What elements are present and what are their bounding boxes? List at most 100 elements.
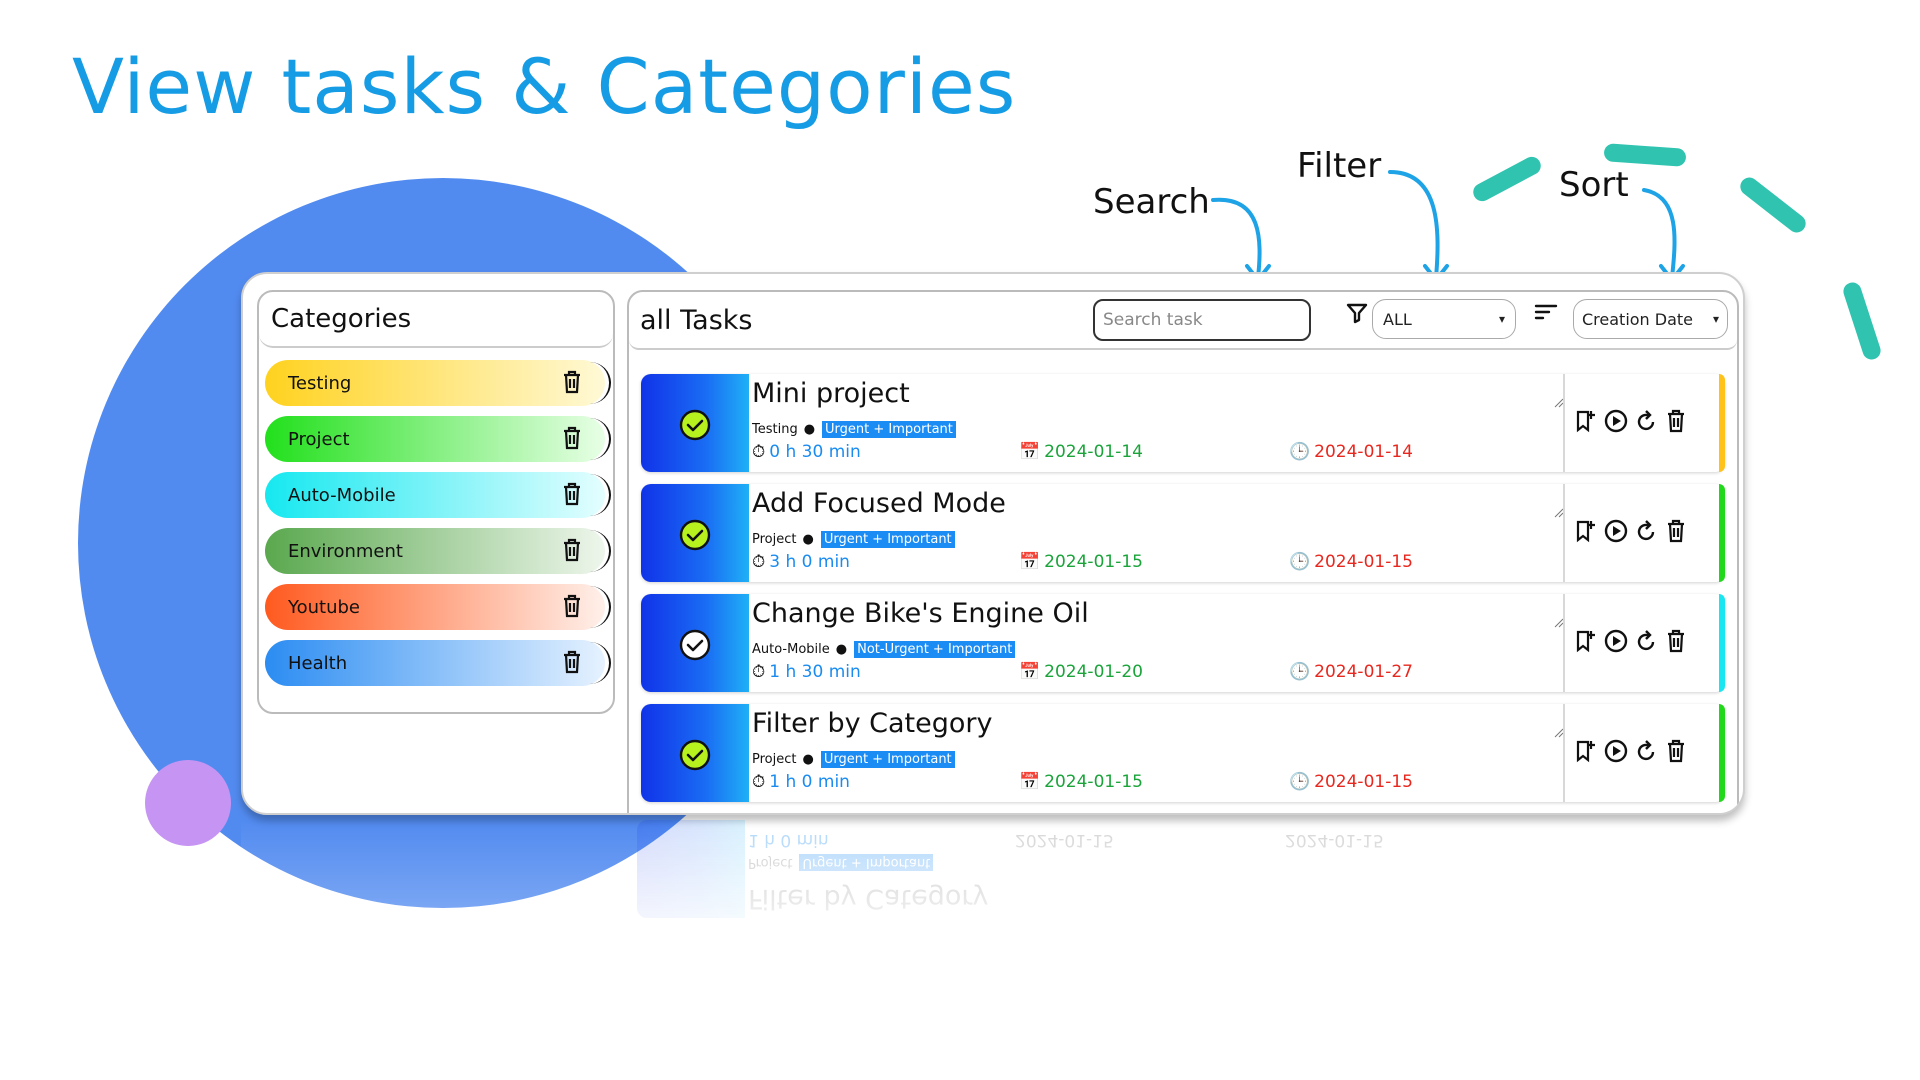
trash-icon[interactable]	[1663, 628, 1689, 654]
priority-badge: Not-Urgent + Important	[853, 640, 1017, 659]
trash-icon[interactable]	[1663, 518, 1689, 544]
trash-icon[interactable]	[561, 426, 583, 450]
task-duration: ⏱ 1 h 30 min	[752, 662, 861, 682]
task-category: Project	[752, 532, 797, 547]
category-label: Environment	[288, 540, 403, 562]
task-status-area[interactable]	[641, 374, 749, 472]
trash-icon[interactable]	[561, 370, 583, 394]
bookmark-add-icon[interactable]	[1573, 518, 1599, 544]
bookmark-add-icon[interactable]	[1573, 408, 1599, 434]
play-icon[interactable]	[1603, 518, 1629, 544]
category-item-environment[interactable]: Environment	[265, 528, 611, 574]
chevron-down-icon: ▾	[1498, 312, 1505, 326]
restart-icon[interactable]	[1633, 628, 1659, 654]
task-meta: Testing ● Urgent + Important	[752, 420, 957, 439]
check-circle-icon[interactable]	[679, 519, 711, 551]
category-item-health[interactable]: Health	[265, 640, 611, 686]
task-meta: Project ● Urgent + Important	[752, 750, 956, 769]
tasks-panel: all Tasks ALL ▾ Creation Date ▾ Mini p	[627, 290, 1739, 813]
task-card[interactable]: Add Focused Mode Project ● Urgent + Impor…	[641, 484, 1725, 582]
clock-icon: 🕒	[1289, 552, 1311, 572]
bookmark-add-icon[interactable]	[1573, 738, 1599, 764]
trash-icon[interactable]	[561, 650, 583, 674]
sort-select[interactable]: Creation Date ▾	[1573, 299, 1728, 339]
duration-value: 1 h 30 min	[769, 662, 861, 682]
task-card[interactable]: Mini project Testing ● Urgent + Important…	[641, 374, 1725, 472]
category-label: Testing	[288, 372, 352, 394]
sort-value: Creation Date	[1582, 309, 1694, 329]
task-title: Change Bike's Engine Oil	[752, 598, 1089, 629]
category-item-testing[interactable]: Testing	[265, 360, 611, 406]
reflected-task-card: Filter by Category Project Urgent + Impo…	[637, 820, 1721, 918]
category-item-youtube[interactable]: Youtube	[265, 584, 611, 630]
task-created-date: 📅 2024-01-20	[1019, 662, 1143, 682]
sort-icon[interactable]	[1534, 302, 1558, 322]
duration-value: 1 h 0 min	[748, 830, 829, 850]
trash-icon[interactable]	[561, 538, 583, 562]
category-label: Auto-Mobile	[288, 484, 396, 506]
tasks-toolbar: all Tasks ALL ▾ Creation Date ▾	[629, 292, 1737, 350]
task-title: Add Focused Mode	[752, 488, 1006, 519]
clock-icon: 🕒	[1289, 772, 1311, 792]
trash-icon[interactable]	[561, 482, 583, 506]
clock-icon: 🕒	[1289, 442, 1311, 462]
task-due-date: 🕒 2024-01-15	[1289, 772, 1413, 792]
calendar-icon: 📅	[1019, 772, 1041, 792]
created-value: 2024-01-15	[1015, 830, 1114, 850]
filter-select[interactable]: ALL ▾	[1372, 299, 1516, 339]
play-icon[interactable]	[1603, 628, 1629, 654]
categories-heading: Categories	[259, 292, 613, 348]
task-actions	[1573, 518, 1689, 544]
calendar-icon: 📅	[1019, 662, 1041, 682]
category-label: Project	[288, 428, 350, 450]
filter-icon[interactable]	[1346, 302, 1368, 324]
restart-icon[interactable]	[1633, 408, 1659, 434]
due-value: 2024-01-15	[1314, 772, 1413, 792]
play-icon[interactable]	[1603, 408, 1629, 434]
restart-icon[interactable]	[1633, 518, 1659, 544]
divider	[1563, 594, 1565, 692]
priority-badge: Urgent + Important	[821, 420, 957, 439]
trash-icon[interactable]	[1663, 408, 1689, 434]
task-meta: Project ● Urgent + Important	[752, 530, 956, 549]
task-status-area[interactable]	[641, 484, 749, 582]
task-category: Testing	[752, 422, 798, 437]
timer-icon: ⏱	[752, 552, 766, 572]
task-created-date: 2024-01-15	[1015, 830, 1114, 850]
due-value: 2024-01-14	[1314, 442, 1413, 462]
tasks-heading: all Tasks	[640, 305, 753, 336]
task-title: Filter by Category	[748, 883, 989, 914]
task-card[interactable]: Change Bike's Engine Oil Auto-Mobile ● No…	[641, 594, 1725, 692]
trash-icon[interactable]	[561, 594, 583, 618]
restart-icon[interactable]	[1633, 738, 1659, 764]
task-actions	[1573, 628, 1689, 654]
task-duration: ⏱ 1 h 0 min	[752, 772, 850, 792]
trash-icon[interactable]	[1663, 738, 1689, 764]
category-accent-bar	[1719, 374, 1725, 472]
bookmark-add-icon[interactable]	[1573, 628, 1599, 654]
task-status-area[interactable]	[641, 594, 749, 692]
play-icon[interactable]	[1603, 738, 1629, 764]
bullet-separator: ●	[802, 752, 814, 767]
task-card[interactable]: Filter by Category Project ● Urgent + Imp…	[641, 704, 1725, 802]
category-item-auto-mobile[interactable]: Auto-Mobile	[265, 472, 611, 518]
timer-icon: ⏱	[752, 772, 766, 792]
task-created-date: 📅 2024-01-14	[1019, 442, 1143, 462]
category-item-project[interactable]: Project	[265, 416, 611, 462]
divider	[1563, 484, 1565, 582]
check-circle-icon[interactable]	[679, 409, 711, 441]
task-title: Filter by Category	[752, 708, 993, 739]
task-due-date: 🕒 2024-01-14	[1289, 442, 1413, 462]
task-category: Project	[752, 752, 797, 767]
due-value: 2024-01-27	[1314, 662, 1413, 682]
priority-badge: Urgent + Important	[798, 853, 935, 872]
check-circle-icon[interactable]	[679, 629, 711, 661]
bullet-separator: ●	[803, 422, 816, 437]
task-category: Auto-Mobile	[752, 642, 830, 657]
category-list: Testing Project Auto-Mobile Environment …	[259, 348, 613, 686]
search-input[interactable]	[1093, 299, 1311, 341]
created-value: 2024-01-15	[1044, 552, 1143, 572]
task-status-area[interactable]	[641, 704, 749, 802]
timer-icon: ⏱	[752, 442, 766, 462]
check-circle-icon[interactable]	[679, 739, 711, 771]
